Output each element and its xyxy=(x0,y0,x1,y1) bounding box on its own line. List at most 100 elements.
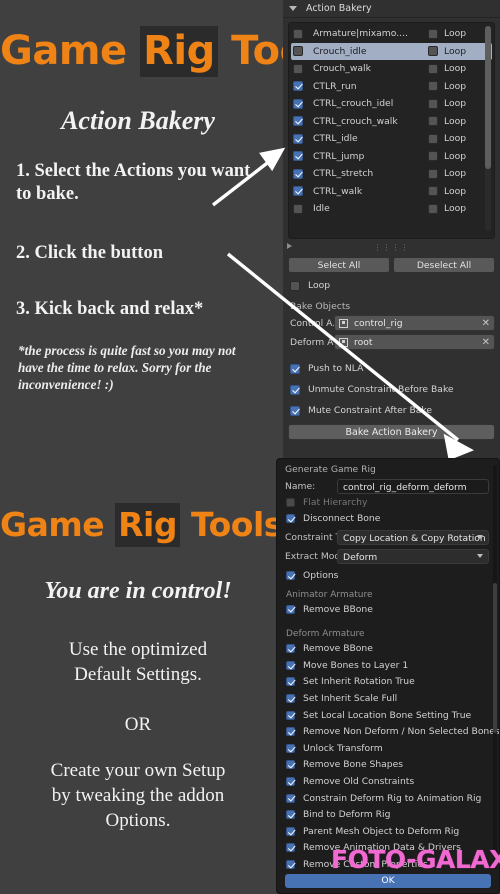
dialog-option-checkbox[interactable] xyxy=(286,776,295,786)
loop-option-row[interactable]: Loop xyxy=(290,277,495,294)
action-loop-checkbox[interactable] xyxy=(428,133,438,144)
dialog-option-row[interactable]: Set Inherit Rotation True xyxy=(277,674,499,691)
action-loop-checkbox[interactable] xyxy=(428,81,438,92)
dialog-option-row[interactable]: Parent Mesh Object to Deform Rig xyxy=(277,823,499,840)
options-checkbox[interactable] xyxy=(286,570,295,580)
action-enable-checkbox[interactable] xyxy=(293,63,303,74)
bake-option-checkbox[interactable] xyxy=(290,384,300,395)
close-icon[interactable]: ✕ xyxy=(482,337,490,348)
action-list-row[interactable]: CTLR_run Loop xyxy=(291,78,492,96)
options-toggle-row[interactable]: Options xyxy=(277,567,499,584)
action-loop-checkbox[interactable] xyxy=(428,151,438,162)
list-scrollbar[interactable] xyxy=(485,26,491,231)
dialog-option-row[interactable]: Bind to Deform Rig xyxy=(277,806,499,823)
action-list-row[interactable]: Armature|mixamo.... Loop xyxy=(291,25,492,43)
dialog-option-row[interactable]: Set Local Location Bone Setting True xyxy=(277,707,499,724)
action-list-row[interactable]: Crouch_walk Loop xyxy=(291,60,492,78)
action-list[interactable]: Armature|mixamo.... Loop Crouch_idle Loop Cr… xyxy=(288,22,495,239)
ok-button[interactable]: OK xyxy=(285,874,491,888)
dialog-option-row[interactable]: Unlock Transform xyxy=(277,740,499,757)
deselect-all-button[interactable]: Deselect All xyxy=(393,257,495,273)
extract-mode-select[interactable]: Deform xyxy=(337,549,489,565)
action-list-row[interactable]: CTRL_crouch_walk Loop xyxy=(291,113,492,131)
action-loop-checkbox[interactable] xyxy=(428,46,438,57)
action-loop-cell[interactable]: Loop xyxy=(428,133,490,144)
action-loop-checkbox[interactable] xyxy=(428,63,438,74)
action-enable-checkbox[interactable] xyxy=(293,98,303,109)
action-list-row[interactable]: CTRL_crouch_idel Loop xyxy=(291,95,492,113)
action-bakery-header[interactable]: Action Bakery xyxy=(283,0,500,18)
action-loop-checkbox[interactable] xyxy=(428,116,438,127)
action-list-row[interactable]: Crouch_idle Loop xyxy=(291,42,492,60)
action-loop-cell[interactable]: Loop xyxy=(428,63,490,74)
action-list-row[interactable]: CTRL_stretch Loop xyxy=(291,165,492,183)
dialog-option-checkbox[interactable] xyxy=(286,743,295,753)
bake-object-value-box[interactable]: control_rig ✕ xyxy=(334,315,495,331)
dialog-option-checkbox[interactable] xyxy=(286,660,295,670)
action-loop-checkbox[interactable] xyxy=(428,168,438,179)
dialog-option-checkbox[interactable] xyxy=(286,693,295,703)
loop-checkbox[interactable] xyxy=(290,280,300,291)
action-loop-cell[interactable]: Loop xyxy=(428,98,490,109)
dialog-option-row[interactable]: Remove BBone xyxy=(277,601,499,618)
dialog-option-checkbox[interactable] xyxy=(286,793,295,803)
action-loop-checkbox[interactable] xyxy=(428,28,438,39)
action-enable-checkbox[interactable] xyxy=(293,28,303,39)
action-list-row[interactable]: Idle Loop xyxy=(291,200,492,218)
dialog-option-checkbox[interactable] xyxy=(286,644,295,654)
dialog-option-checkbox[interactable] xyxy=(286,810,295,820)
disconnect-bone-row[interactable]: Disconnect Bone xyxy=(277,511,499,528)
dialog-name-input[interactable]: control_rig_deform_deform xyxy=(337,479,489,494)
triangle-down-icon[interactable] xyxy=(289,6,297,11)
action-list-row[interactable]: CTRL_walk Loop xyxy=(291,183,492,201)
bake-option-checkbox[interactable] xyxy=(290,405,300,416)
dialog-option-checkbox[interactable] xyxy=(286,710,295,720)
action-loop-checkbox[interactable] xyxy=(428,203,438,214)
action-loop-cell[interactable]: Loop xyxy=(428,203,490,214)
dialog-option-checkbox[interactable] xyxy=(286,760,295,770)
dialog-option-row[interactable]: Remove BBone xyxy=(277,640,499,657)
action-list-row[interactable]: CTRL_idle Loop xyxy=(291,130,492,148)
action-enable-checkbox[interactable] xyxy=(293,151,303,162)
action-loop-checkbox[interactable] xyxy=(428,186,438,197)
action-loop-checkbox[interactable] xyxy=(428,98,438,109)
action-loop-cell[interactable]: Loop xyxy=(428,46,490,57)
bake-option-checkbox[interactable] xyxy=(290,363,300,374)
action-list-row[interactable]: CTRL_jump Loop xyxy=(291,148,492,166)
bake-object-field[interactable]: Deform A... root ✕ xyxy=(290,334,495,350)
bake-option-row[interactable]: Push to NLA xyxy=(290,360,495,377)
dialog-scrollbar-thumb[interactable] xyxy=(493,583,497,733)
disconnect-bone-checkbox[interactable] xyxy=(286,514,295,524)
bake-action-bakery-button[interactable]: Bake Action Bakery xyxy=(288,424,495,440)
bake-object-value-box[interactable]: root ✕ xyxy=(334,334,495,350)
action-enable-checkbox[interactable] xyxy=(293,46,303,57)
action-enable-checkbox[interactable] xyxy=(293,133,303,144)
action-loop-cell[interactable]: Loop xyxy=(428,116,490,127)
action-loop-cell[interactable]: Loop xyxy=(428,81,490,92)
action-loop-cell[interactable]: Loop xyxy=(428,168,490,179)
list-scrollbar-thumb[interactable] xyxy=(485,26,491,169)
action-enable-checkbox[interactable] xyxy=(293,116,303,127)
dialog-option-checkbox[interactable] xyxy=(286,859,295,869)
dialog-option-row[interactable]: Set Inherit Scale Full xyxy=(277,690,499,707)
dialog-option-checkbox[interactable] xyxy=(286,843,295,853)
dialog-option-checkbox[interactable] xyxy=(286,677,295,687)
action-enable-checkbox[interactable] xyxy=(293,186,303,197)
action-enable-checkbox[interactable] xyxy=(293,203,303,214)
dialog-scrollbar[interactable] xyxy=(493,465,497,869)
dialog-option-row[interactable]: Remove Old Constraints xyxy=(277,773,499,790)
resize-grip-icon[interactable]: ⋮⋮⋮⋮ xyxy=(374,243,410,252)
dialog-option-checkbox[interactable] xyxy=(286,826,295,836)
dialog-option-row[interactable]: Remove Non Deform / Non Selected Bones xyxy=(277,723,499,740)
bake-option-row[interactable]: Unmute Constraint Before Bake xyxy=(290,381,495,398)
flat-hierarchy-checkbox[interactable] xyxy=(286,497,295,507)
dialog-option-checkbox[interactable] xyxy=(286,727,295,737)
action-enable-checkbox[interactable] xyxy=(293,168,303,179)
dialog-option-row[interactable]: Move Bones to Layer 1 xyxy=(277,657,499,674)
bake-option-row[interactable]: Mute Constraint After Bake xyxy=(290,402,495,419)
flat-hierarchy-row[interactable]: Flat Hierarchy xyxy=(277,494,499,511)
action-enable-checkbox[interactable] xyxy=(293,81,303,92)
constraint-type-select[interactable]: Copy Location & Copy Rotation xyxy=(337,530,489,546)
action-loop-cell[interactable]: Loop xyxy=(428,186,490,197)
dialog-option-row[interactable]: Remove Bone Shapes xyxy=(277,757,499,774)
